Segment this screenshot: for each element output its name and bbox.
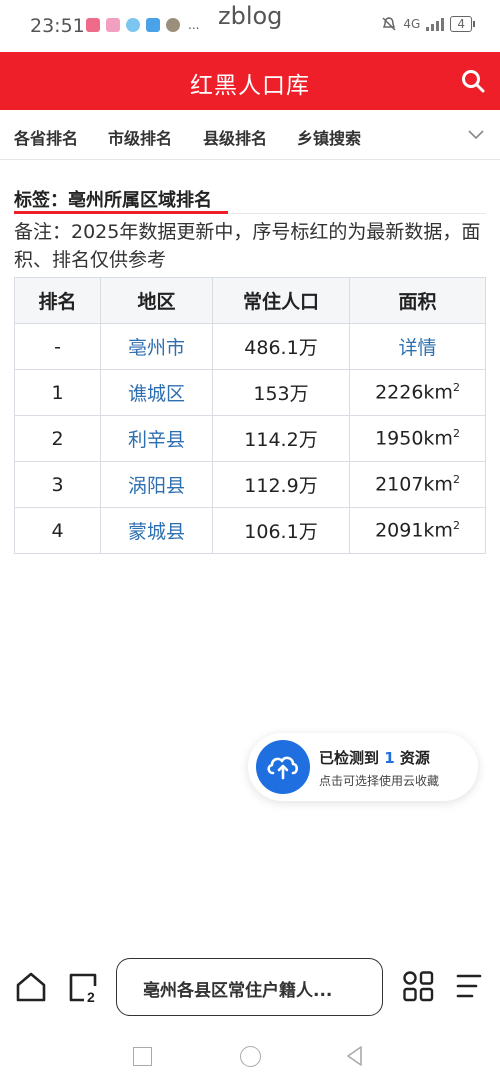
region-link[interactable]: 亳州市 [100,323,213,370]
column-header-rank: 排名 [14,277,101,324]
tab-count: 2 [87,989,95,1004]
area-value: 2091km [375,519,453,542]
notification-app-icon [146,18,160,32]
table-row: 1 谯城区 153万 2226km2 [14,369,486,416]
table-row: 2 利辛县 114.2万 1950km2 [14,415,486,462]
notification-app-icon [126,18,140,32]
area-unit-exponent: 2 [452,519,460,533]
area-cell: 2091km2 [349,507,486,554]
search-query: 亳州各县区常住户籍人... [143,981,333,1001]
battery-icon: 4 [450,16,475,32]
signal-icon [426,17,445,31]
notification-app-icon [86,18,100,32]
back-icon[interactable] [344,1045,366,1067]
region-link[interactable]: 蒙城县 [100,507,213,554]
cloud-toast-prefix: 已检测到 [319,749,380,767]
notification-app-icon [166,18,180,32]
cloud-upload-icon [256,740,310,794]
app-header: 红黑人口库 [0,52,500,110]
nav-tabs: 各省排名 市级排名 县级排名 乡镇搜索 [0,110,500,160]
rank-cell: - [14,323,101,370]
area-value: 2107km [375,473,453,496]
area-unit-exponent: 2 [452,427,460,441]
tab-city-ranking[interactable]: 市级排名 [108,125,172,149]
status-time: 23:51 [30,15,85,37]
area-unit-exponent: 2 [452,473,460,487]
tag-underline [14,211,228,214]
tab-town-search[interactable]: 乡镇搜索 [297,125,361,149]
notification-app-icon [106,18,120,32]
table-row: - 亳州市 486.1万 详情 [14,323,486,370]
notification-icons: ... [86,18,199,32]
browser-toolbar: 2 亳州各县区常住户籍人... [0,955,500,1021]
home-icon[interactable] [14,970,48,1004]
note-text: 备注：2025年数据更新中，序号标红的为最新数据，面积、排名仅供参考 [14,221,481,271]
rank-cell: 3 [14,461,101,508]
area-unit-exponent: 2 [452,381,460,395]
rank-cell: 4 [14,507,101,554]
more-notifications: ... [188,18,200,32]
network-label: 4G [403,17,421,31]
population-cell: 486.1万 [212,323,350,370]
cloud-toast-suffix: 资源 [399,749,430,767]
system-navigation-bar [0,1038,500,1078]
tab-province-ranking[interactable]: 各省排名 [14,125,78,149]
search-icon[interactable] [460,68,486,94]
system-home-icon[interactable] [240,1046,261,1067]
rank-cell: 2 [14,415,101,462]
region-link[interactable]: 利辛县 [100,415,213,462]
battery-level: 4 [457,17,465,31]
menu-icon[interactable] [452,971,484,1001]
tag-heading: 标签：亳州所属区域排名 [14,190,212,211]
population-cell: 112.9万 [212,461,350,508]
population-cell: 114.2万 [212,415,350,462]
page-title: 红黑人口库 [190,73,310,99]
cloud-toast-subtitle: 点击可选择使用云收藏 [319,774,440,788]
mute-icon [382,17,396,31]
region-link[interactable]: 谯城区 [100,369,213,416]
apps-grid-icon[interactable] [402,970,434,1002]
watermark: zblog [218,2,283,30]
population-cell: 153万 [212,369,350,416]
cloud-save-toast[interactable]: 已检测到 1 资源 点击可选择使用云收藏 [248,733,478,801]
tab-county-ranking[interactable]: 县级排名 [203,125,267,149]
recent-apps-icon[interactable] [133,1047,152,1066]
area-cell: 2107km2 [349,461,486,508]
column-header-area: 面积 [349,277,486,324]
rank-cell: 1 [14,369,101,416]
region-link[interactable]: 涡阳县 [100,461,213,508]
column-header-region: 地区 [100,277,213,324]
address-search-box[interactable]: 亳州各县区常住户籍人... [116,958,383,1016]
table-row: 4 蒙城县 106.1万 2091km2 [14,507,486,554]
area-value: 2226km [375,381,453,404]
column-header-population: 常住人口 [212,277,350,324]
area-value: 1950km [375,427,453,450]
tabs-icon[interactable]: 2 [66,970,100,1004]
status-bar: 23:51 ... zblog 4G 4 [0,0,500,52]
table-header-row: 排名 地区 常住人口 面积 [14,277,486,324]
status-indicators: 4G 4 [381,16,475,32]
area-cell: 1950km2 [349,415,486,462]
population-cell: 106.1万 [212,507,350,554]
resource-count: 1 [384,749,395,767]
ranking-table: 排名 地区 常住人口 面积 - 亳州市 486.1万 详情 1 谯城区 153万… [14,277,486,554]
details-link[interactable]: 详情 [349,323,486,370]
table-row: 3 涡阳县 112.9万 2107km2 [14,461,486,508]
area-cell: 2226km2 [349,369,486,416]
cloud-toast-title: 已检测到 1 资源 [319,747,430,768]
chevron-down-icon[interactable] [466,125,486,145]
